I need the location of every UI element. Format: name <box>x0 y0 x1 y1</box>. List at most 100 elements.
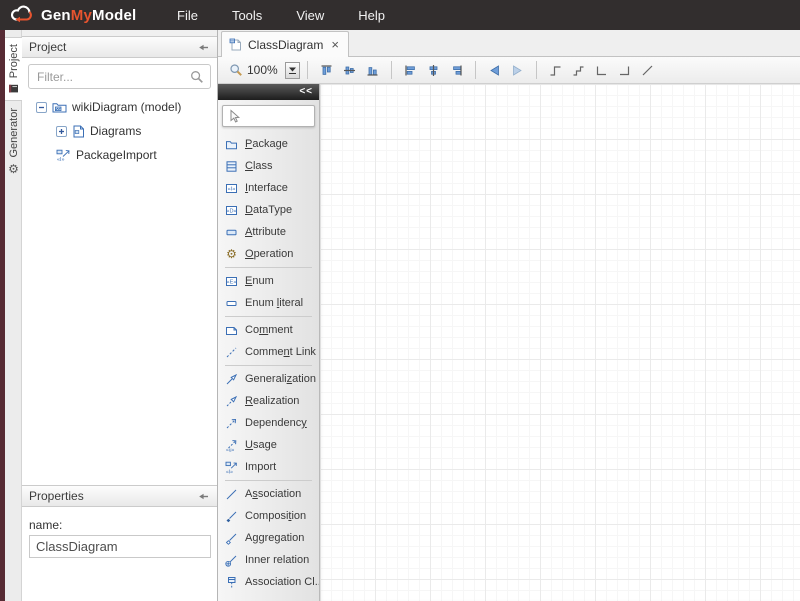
model-folder-icon <box>52 101 67 114</box>
palette-item-datatype[interactable]: «D» DataType <box>218 199 319 221</box>
filter-row <box>22 58 217 95</box>
palette-item-generalization[interactable]: Generalization <box>218 368 319 390</box>
generalization-icon <box>225 373 238 386</box>
palette-item-enum[interactable]: «E» Enum <box>218 270 319 292</box>
palette-item-attribute[interactable]: Attribute <box>218 221 319 243</box>
properties-panel-title: Properties <box>29 489 84 503</box>
palette-item-association-class[interactable]: Association Cl... <box>218 571 319 593</box>
connector-stairs-button[interactable] <box>567 59 590 81</box>
import-icon: «I» <box>225 461 238 474</box>
flip-left-button[interactable] <box>483 59 506 81</box>
tool-palette: << Package <box>218 84 320 601</box>
name-label: name: <box>29 518 210 532</box>
align-bottom-icon <box>366 64 379 77</box>
collapse-minus-icon[interactable] <box>36 102 47 113</box>
align-top-icon <box>320 64 333 77</box>
genmymodel-app: GenMyModel File Tools View Help Project … <box>0 0 800 601</box>
enum-icon: «E» <box>225 275 238 288</box>
palette-item-import[interactable]: «I» Import <box>218 456 319 478</box>
tab-classdiagram[interactable]: ClassDiagram × <box>221 31 349 57</box>
toolbar-separator <box>475 61 476 79</box>
association-icon <box>225 488 238 501</box>
tree-item-label: Diagrams <box>90 124 141 138</box>
align-left-icon <box>404 64 417 77</box>
diagram-file-icon <box>72 125 85 138</box>
attribute-icon <box>225 226 238 239</box>
side-tab-generator-label: Generator <box>8 108 20 158</box>
palette-item-operation[interactable]: ⚙ Operation <box>218 243 319 265</box>
menu-help[interactable]: Help <box>341 2 402 29</box>
dependency-icon <box>225 417 238 430</box>
collapse-left-icon[interactable] <box>197 41 210 54</box>
toolbar-separator <box>307 61 308 79</box>
interface-icon: «I» <box>225 182 238 195</box>
palette-item-comment-link[interactable]: Comment Link <box>218 341 319 363</box>
aggregation-icon <box>225 532 238 545</box>
side-tab-project[interactable]: Project <box>5 37 22 101</box>
selection-tool[interactable] <box>222 105 315 127</box>
palette-item-composition[interactable]: Composition <box>218 505 319 527</box>
filter-input[interactable] <box>28 64 211 89</box>
name-input[interactable] <box>29 535 211 558</box>
tree-item-wikidiagram[interactable]: wikiDiagram (model) <box>22 95 217 119</box>
palette-items: Package Class «I» <box>218 132 319 601</box>
comment-icon <box>225 324 238 337</box>
palette-item-usage[interactable]: «u» Usage <box>218 434 319 456</box>
palette-separator <box>225 480 312 481</box>
palette-item-inner-relation[interactable]: Inner relation <box>218 549 319 571</box>
editor-tab-bar: ClassDiagram × <box>218 30 800 57</box>
menu-tools[interactable]: Tools <box>215 2 279 29</box>
editor-toolbar: 100% <box>218 57 800 84</box>
expand-plus-icon[interactable] <box>56 126 67 137</box>
connector-step-button[interactable] <box>544 59 567 81</box>
collapse-left-icon[interactable] <box>197 490 210 503</box>
inner-relation-icon <box>225 554 238 567</box>
gear-icon: ⚙ <box>225 248 238 260</box>
palette-item-association[interactable]: Association <box>218 483 319 505</box>
svg-text:«E»: «E» <box>227 279 237 285</box>
tree-item-packageimport[interactable]: «I» PackageImport <box>22 143 217 167</box>
zoom-dropdown-button[interactable] <box>285 62 300 79</box>
book-icon <box>8 83 19 94</box>
properties-body: name: <box>22 507 217 601</box>
side-tab-generator[interactable]: Generator ⚙ <box>5 101 22 181</box>
palette-item-aggregation[interactable]: Aggregation <box>218 527 319 549</box>
zoom-level: 100% <box>247 63 278 77</box>
palette-item-comment[interactable]: Comment <box>218 319 319 341</box>
tab-close-icon[interactable]: × <box>331 38 339 51</box>
align-bottom-button[interactable] <box>361 59 384 81</box>
association-class-icon <box>225 576 238 589</box>
tree-item-diagrams[interactable]: Diagrams <box>22 119 217 143</box>
tab-title: ClassDiagram <box>248 38 323 52</box>
zoom-icon <box>229 63 243 77</box>
align-left-button[interactable] <box>399 59 422 81</box>
usage-icon: «u» <box>225 439 238 452</box>
diagram-canvas[interactable] <box>320 84 800 601</box>
connector-diagonal-button[interactable] <box>636 59 659 81</box>
connector-corner-right-icon <box>618 64 631 77</box>
align-center-button[interactable] <box>422 59 445 81</box>
menu-file[interactable]: File <box>160 2 215 29</box>
palette-item-interface[interactable]: «I» Interface <box>218 177 319 199</box>
palette-item-realization[interactable]: Realization <box>218 390 319 412</box>
palette-item-enum-literal[interactable]: Enum literal <box>218 292 319 314</box>
realization-icon <box>225 395 238 408</box>
palette-item-dependency[interactable]: Dependency <box>218 412 319 434</box>
menu-view[interactable]: View <box>279 2 341 29</box>
genmymodel-logo[interactable]: GenMyModel <box>0 5 148 26</box>
connector-corner-right-button[interactable] <box>613 59 636 81</box>
palette-collapse-button[interactable]: << <box>299 87 313 97</box>
svg-text:«I»: «I» <box>228 186 236 192</box>
palette-item-class[interactable]: Class <box>218 155 319 177</box>
align-top-button[interactable] <box>315 59 338 81</box>
align-right-button[interactable] <box>445 59 468 81</box>
palette-item-package[interactable]: Package <box>218 133 319 155</box>
svg-text:«I»: «I» <box>57 157 65 162</box>
align-center-icon <box>427 64 440 77</box>
diagram-tab-icon <box>229 38 242 51</box>
align-middle-button[interactable] <box>338 59 361 81</box>
side-tab-strip: Project Generator ⚙ <box>5 30 22 601</box>
properties-panel-header: Properties <box>22 485 217 507</box>
flip-right-button[interactable] <box>506 59 529 81</box>
connector-corner-left-button[interactable] <box>590 59 613 81</box>
